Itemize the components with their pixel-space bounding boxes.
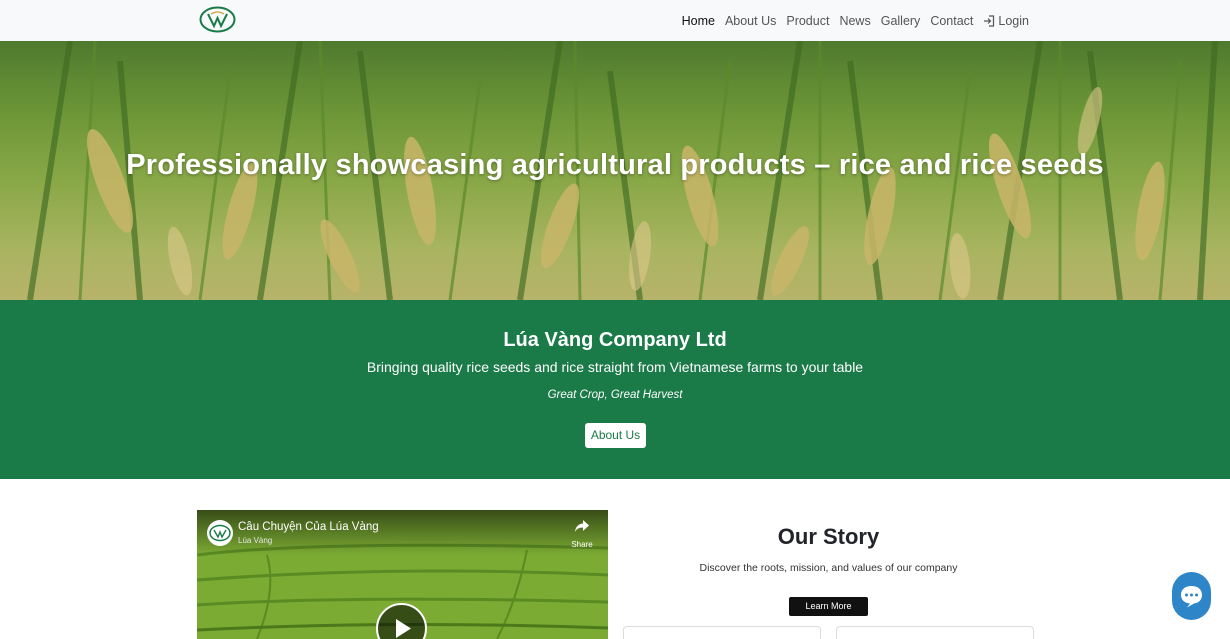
chat-widget-button[interactable] xyxy=(1172,572,1211,620)
channel-avatar[interactable] xyxy=(207,520,233,546)
company-intro-section: Lúa Vàng Company Ltd Bringing quality ri… xyxy=(0,300,1230,479)
nav-news[interactable]: News xyxy=(834,14,875,28)
nav-home[interactable]: Home xyxy=(677,14,720,28)
hero-banner: Professionally showcasing agricultural p… xyxy=(0,41,1230,300)
nav-product[interactable]: Product xyxy=(781,14,834,28)
navbar: Home About Us Product News Gallery Conta… xyxy=(0,0,1230,41)
our-story-title: Our Story xyxy=(777,524,880,549)
share-icon xyxy=(574,520,590,537)
story-card xyxy=(836,626,1034,639)
video-channel-name[interactable]: Lúa Vàng xyxy=(238,536,272,545)
company-tagline: Bringing quality rice seeds and rice str… xyxy=(366,359,864,375)
video-player[interactable]: Câu Chuyện Của Lúa Vàng Lúa Vàng Share xyxy=(197,510,608,639)
nav-about-us[interactable]: About Us xyxy=(720,14,781,28)
play-button[interactable] xyxy=(376,603,427,639)
login-link[interactable]: Login xyxy=(978,14,1034,28)
share-label: Share xyxy=(571,540,593,549)
login-label: Login xyxy=(998,13,1029,28)
story-card xyxy=(623,626,821,639)
our-story-description: Discover the roots, mission, and values … xyxy=(699,562,958,574)
company-slogan: Great Crop, Great Harvest xyxy=(547,389,683,401)
nav-menu: Home About Us Product News Gallery Conta… xyxy=(677,0,1034,41)
hero-title: Professionally showcasing agricultural p… xyxy=(126,149,1104,181)
about-us-button[interactable]: About Us xyxy=(585,423,646,448)
nav-gallery[interactable]: Gallery xyxy=(876,14,926,28)
video-title[interactable]: Câu Chuyện Của Lúa Vàng xyxy=(238,521,379,533)
company-name: Lúa Vàng Company Ltd xyxy=(503,329,727,351)
learn-more-button[interactable]: Learn More xyxy=(789,597,868,616)
sign-in-icon xyxy=(983,14,995,27)
share-button[interactable]: Share xyxy=(567,519,597,549)
company-logo[interactable] xyxy=(199,6,236,33)
nav-contact[interactable]: Contact xyxy=(925,14,978,28)
chat-bubble-icon xyxy=(1172,586,1211,624)
